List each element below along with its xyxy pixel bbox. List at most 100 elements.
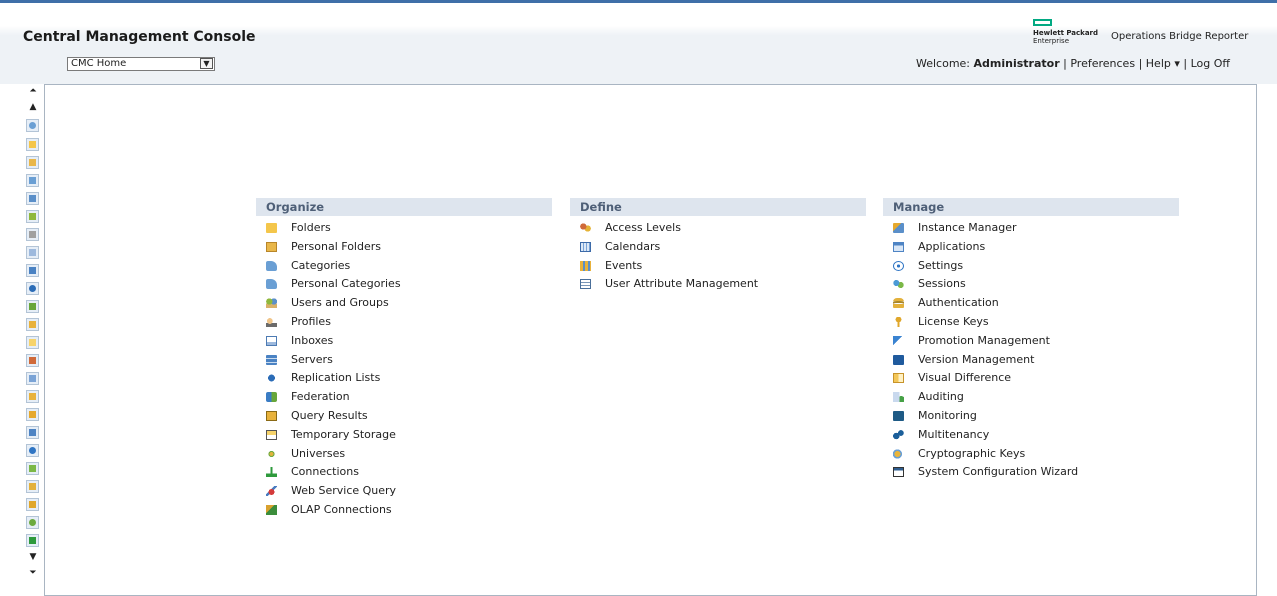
separator: | [1138, 57, 1143, 70]
link-multitenancy[interactable]: Multitenancy [883, 426, 1179, 445]
users-groups-icon[interactable] [26, 210, 39, 223]
link-settings[interactable]: Settings [883, 257, 1179, 276]
link-cryptographic-keys[interactable]: Cryptographic Keys [883, 445, 1179, 464]
folder-icon [266, 223, 277, 233]
scroll-up-button[interactable]: ▲ [25, 100, 41, 114]
auditing-icon [893, 392, 904, 403]
item-label: Inboxes [291, 333, 334, 347]
sessions-icon[interactable] [26, 462, 39, 475]
profiles-icon[interactable] [26, 228, 39, 241]
organize-header: Organize [256, 198, 552, 216]
hpe-logo-text: Hewlett Packard Enterprise [1033, 29, 1098, 45]
link-query-results[interactable]: Query Results [256, 407, 552, 426]
inboxes-icon[interactable] [26, 246, 39, 259]
brand-line1: Hewlett Packard [1033, 29, 1099, 37]
home-icon[interactable] [26, 119, 39, 132]
scroll-to-top-button[interactable]: ⏶ [25, 84, 41, 98]
link-olap-connections[interactable]: OLAP Connections [256, 501, 552, 520]
license-keys-icon[interactable] [26, 498, 39, 511]
multitenancy-icon [893, 429, 904, 440]
user-attribute-icon [580, 279, 591, 290]
universes-icon[interactable] [26, 516, 39, 529]
folders-icon[interactable] [26, 138, 39, 151]
app-title: Central Management Console [23, 29, 256, 45]
link-universes[interactable]: Universes [256, 445, 552, 464]
item-label: Universes [291, 446, 346, 460]
manage-section: Manage Instance Manager Applications Set… [883, 198, 1179, 482]
link-federation[interactable]: Federation [256, 388, 552, 407]
inbox-icon [266, 335, 277, 346]
categories-icon[interactable] [26, 174, 39, 187]
link-servers[interactable]: Servers [256, 351, 552, 370]
item-label: Replication Lists [291, 371, 381, 385]
link-license-keys[interactable]: License Keys [883, 313, 1179, 332]
item-label: Sessions [918, 277, 966, 291]
category-icon [266, 260, 277, 271]
link-instance-manager[interactable]: Instance Manager [883, 219, 1179, 238]
chevron-down-icon[interactable]: ▼ [200, 58, 213, 69]
item-label: System Configuration Wizard [918, 465, 1079, 479]
scroll-down-button[interactable]: ▼ [25, 550, 41, 564]
link-connections[interactable]: Connections [256, 463, 552, 482]
link-promotion-management[interactable]: Promotion Management [883, 332, 1179, 351]
replication-icon[interactable] [26, 282, 39, 295]
users-icon [266, 298, 277, 309]
item-label: Connections [291, 465, 359, 479]
link-folders[interactable]: Folders [256, 219, 552, 238]
username: Administrator [973, 57, 1060, 70]
applications-icon[interactable] [26, 426, 39, 439]
connection-icon [266, 467, 277, 478]
wizard-icon [893, 467, 904, 478]
link-temporary-storage[interactable]: Temporary Storage [256, 426, 552, 445]
calendars-icon[interactable] [26, 372, 39, 385]
link-replication-lists[interactable]: Replication Lists [256, 369, 552, 388]
link-calendars[interactable]: Calendars [570, 238, 866, 257]
item-label: Personal Categories [291, 277, 401, 291]
link-sessions[interactable]: Sessions [883, 275, 1179, 294]
calendar-icon [580, 241, 591, 252]
item-label: Users and Groups [291, 296, 389, 310]
link-web-service-query[interactable]: Web Service Query [256, 482, 552, 501]
olap-icon [266, 504, 277, 515]
link-personal-categories[interactable]: Personal Categories [256, 275, 552, 294]
link-categories[interactable]: Categories [256, 257, 552, 276]
events-icon[interactable] [26, 390, 39, 403]
link-inboxes[interactable]: Inboxes [256, 332, 552, 351]
link-profiles[interactable]: Profiles [256, 313, 552, 332]
connections-icon[interactable] [26, 534, 39, 547]
link-authentication[interactable]: Authentication [883, 294, 1179, 313]
servers-icon[interactable] [26, 264, 39, 277]
link-applications[interactable]: Applications [883, 238, 1179, 257]
link-personal-folders[interactable]: Personal Folders [256, 238, 552, 257]
link-user-attribute-management[interactable]: User Attribute Management [570, 275, 866, 294]
log-off-link[interactable]: Log Off [1191, 57, 1230, 70]
authentication-icon[interactable] [26, 480, 39, 493]
link-system-configuration-wizard[interactable]: System Configuration Wizard [883, 463, 1179, 482]
federation-icon[interactable] [26, 300, 39, 313]
server-icon [266, 354, 277, 365]
settings-icon[interactable] [26, 444, 39, 457]
link-version-management[interactable]: Version Management [883, 351, 1179, 370]
link-users-and-groups[interactable]: Users and Groups [256, 294, 552, 313]
instance-manager-icon[interactable] [26, 408, 39, 421]
link-monitoring[interactable]: Monitoring [883, 407, 1179, 426]
item-label: Promotion Management [918, 333, 1050, 347]
link-access-levels[interactable]: Access Levels [570, 219, 866, 238]
help-menu[interactable]: Help ▾ [1146, 57, 1180, 70]
query-results-icon[interactable] [26, 318, 39, 331]
link-visual-difference[interactable]: Visual Difference [883, 369, 1179, 388]
navigation-dropdown[interactable]: CMC Home ▼ [67, 57, 215, 71]
item-label: Servers [291, 352, 333, 366]
access-levels-icon[interactable] [26, 354, 39, 367]
applications-icon [893, 241, 904, 252]
link-events[interactable]: Events [570, 257, 866, 276]
item-label: Authentication [918, 296, 999, 310]
personal-folders-icon[interactable] [26, 156, 39, 169]
preferences-link[interactable]: Preferences [1070, 57, 1135, 70]
welcome-label: Welcome: [915, 57, 971, 70]
link-auditing[interactable]: Auditing [883, 388, 1179, 407]
temporary-storage-icon[interactable] [26, 336, 39, 349]
scroll-to-bottom-button[interactable]: ⏷ [25, 566, 41, 580]
item-label: Categories [291, 258, 351, 272]
personal-categories-icon[interactable] [26, 192, 39, 205]
